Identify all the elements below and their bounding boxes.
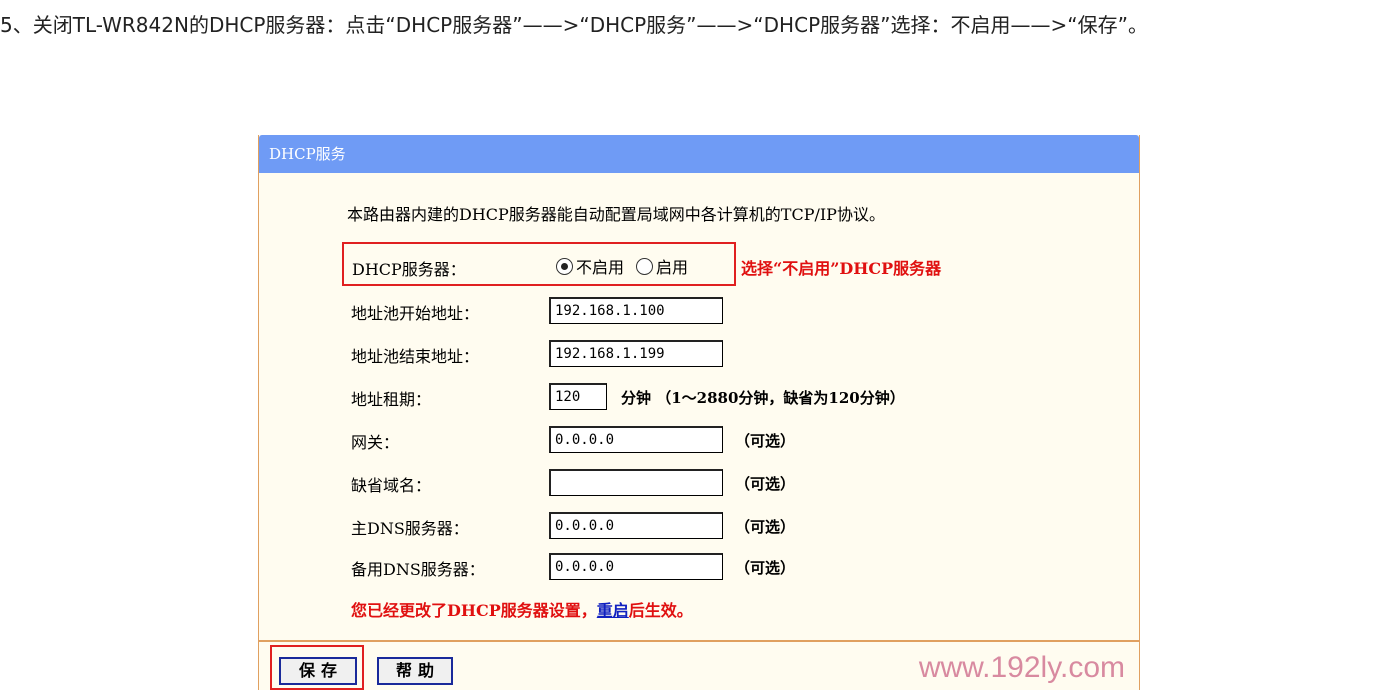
primary-dns-label: 主DNS服务器： bbox=[351, 519, 469, 538]
article-text: 5、关闭TL-WR842N的DHCP服务器：点击“DHCP服务器”——>“DHC… bbox=[0, 13, 1148, 37]
pool-end-label: 地址池结束地址： bbox=[351, 347, 480, 366]
row-secondary-dns: 备用DNS服务器： 0.0.0.0 （可选） bbox=[351, 553, 1111, 583]
row-domain: 缺省域名： （可选） bbox=[351, 469, 1111, 499]
secondary-dns-input[interactable]: 0.0.0.0 bbox=[549, 553, 723, 580]
dhcp-server-highlight-box: DHCP服务器： 不启用 启用 bbox=[342, 242, 736, 286]
dhcp-annotation: 选择“不启用”DHCP服务器 bbox=[741, 259, 942, 278]
pool-start-label: 地址池开始地址： bbox=[351, 304, 480, 323]
row-gateway: 网关： 0.0.0.0 （可选） bbox=[351, 426, 1111, 456]
pool-end-input[interactable]: 192.168.1.199 bbox=[549, 340, 723, 367]
domain-input[interactable] bbox=[549, 469, 723, 496]
domain-optional: （可选） bbox=[735, 475, 796, 493]
intro-text: 本路由器内建的DHCP服务器能自动配置局域网中各计算机的TCP/IP协议。 bbox=[347, 205, 885, 224]
radio-disable[interactable] bbox=[556, 257, 573, 275]
lease-label: 地址租期： bbox=[351, 390, 432, 409]
dhcp-server-radio-group: 不启用 启用 bbox=[556, 254, 700, 278]
lease-input[interactable]: 120 bbox=[549, 383, 607, 410]
dhcp-server-label: DHCP服务器： bbox=[352, 260, 466, 279]
secondary-dns-label: 备用DNS服务器： bbox=[351, 560, 485, 579]
restart-link[interactable]: 重启 bbox=[597, 601, 629, 620]
radio-enable[interactable] bbox=[636, 257, 654, 275]
footer-divider bbox=[259, 640, 1139, 642]
secondary-dns-optional: （可选） bbox=[735, 559, 796, 577]
gateway-optional: （可选） bbox=[735, 432, 796, 450]
radio-enable-label[interactable]: 启用 bbox=[656, 254, 688, 278]
dhcp-settings-panel: DHCP服务 本路由器内建的DHCP服务器能自动配置局域网中各计算机的TCP/I… bbox=[258, 135, 1140, 690]
restart-warning: 您已经更改了DHCP服务器设置，重启后生效。 bbox=[351, 597, 693, 621]
help-button[interactable]: 帮助 bbox=[377, 657, 453, 685]
row-lease: 地址租期： 120 分钟 （1～2880分钟，缺省为120分钟） bbox=[351, 383, 1111, 413]
domain-label: 缺省域名： bbox=[351, 476, 432, 495]
warning-text-before: 您已经更改了DHCP服务器设置， bbox=[351, 601, 597, 620]
row-pool-start: 地址池开始地址： 192.168.1.100 bbox=[351, 297, 1111, 327]
gateway-label: 网关： bbox=[351, 433, 400, 452]
pool-start-input[interactable]: 192.168.1.100 bbox=[549, 297, 723, 324]
save-button[interactable]: 保存 bbox=[279, 657, 357, 685]
lease-hint: 分钟 （1～2880分钟，缺省为120分钟） bbox=[621, 389, 905, 407]
panel-title: DHCP服务 bbox=[259, 135, 1139, 173]
radio-disable-label[interactable]: 不启用 bbox=[576, 254, 624, 278]
primary-dns-optional: （可选） bbox=[735, 518, 796, 536]
gateway-input[interactable]: 0.0.0.0 bbox=[549, 426, 723, 453]
warning-text-after: 后生效。 bbox=[628, 601, 693, 620]
site-watermark: www.192ly.com bbox=[918, 651, 1125, 684]
row-pool-end: 地址池结束地址： 192.168.1.199 bbox=[351, 340, 1111, 370]
primary-dns-input[interactable]: 0.0.0.0 bbox=[549, 512, 723, 539]
row-primary-dns: 主DNS服务器： 0.0.0.0 （可选） bbox=[351, 512, 1111, 542]
